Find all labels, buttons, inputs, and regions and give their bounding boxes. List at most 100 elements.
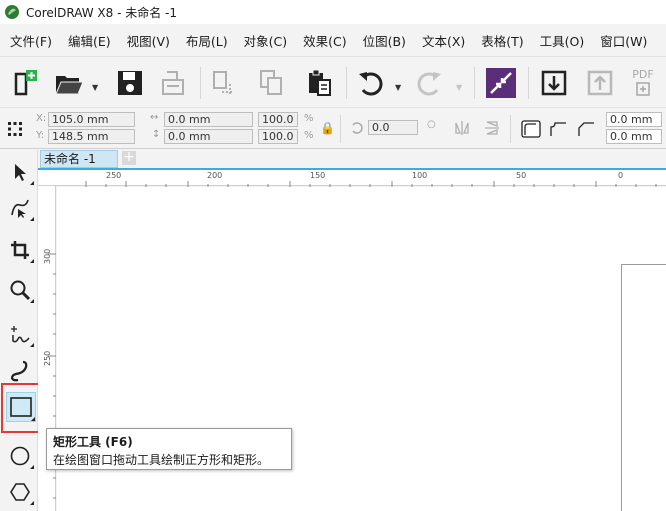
- y-position-field[interactable]: 148.5 mm: [48, 129, 135, 144]
- search-content-button[interactable]: [484, 65, 518, 101]
- mirror-horizontal-icon[interactable]: [454, 120, 470, 136]
- polygon-tool[interactable]: [6, 478, 34, 506]
- tooltip: 矩形工具 (F6) 在绘图窗口拖动工具绘制正方形和矩形。: [46, 428, 292, 470]
- ellipse-tool[interactable]: [6, 442, 34, 470]
- freehand-icon: [11, 326, 30, 343]
- paste-icon: [309, 69, 331, 96]
- menu-file[interactable]: 文件(F): [10, 31, 52, 50]
- menu-bitmaps[interactable]: 位图(B): [363, 31, 406, 50]
- scale-width-field[interactable]: 100.0: [258, 112, 298, 127]
- print-button[interactable]: [156, 65, 190, 101]
- property-bar: X: 105.0 mm Y: 148.5 mm ↔ 0.0 mm ↕ 0.0 m…: [0, 109, 666, 149]
- coreldraw-logo-icon: [5, 5, 19, 19]
- flyout-indicator: [30, 501, 34, 505]
- open-button[interactable]: [52, 65, 86, 101]
- flyout-indicator: [30, 343, 34, 347]
- standard-toolbar: ▼ ▼ ▼ PDF: [0, 56, 666, 108]
- flyout-indicator: [30, 181, 34, 185]
- new-document-icon: [14, 70, 37, 96]
- x-label: X:: [36, 113, 47, 124]
- crop-tool[interactable]: [6, 236, 34, 264]
- save-icon: [118, 71, 142, 95]
- menu-tools[interactable]: 工具(O): [540, 31, 585, 50]
- reference-point-icon[interactable]: [7, 121, 23, 137]
- chamfered-corner-icon[interactable]: [576, 119, 598, 139]
- redo-button[interactable]: [412, 65, 448, 101]
- menu-layout[interactable]: 布局(L): [186, 31, 228, 50]
- scalloped-corner-icon[interactable]: [548, 119, 570, 139]
- flyout-indicator: [30, 465, 34, 469]
- tooltip-description: 在绘图窗口拖动工具绘制正方形和矩形。: [53, 453, 270, 467]
- undo-dropdown-icon[interactable]: ▼: [395, 83, 401, 92]
- print-icon: [162, 71, 184, 95]
- width-field[interactable]: 0.0 mm: [164, 112, 253, 127]
- export-icon: [587, 70, 613, 96]
- shape-tool[interactable]: [6, 194, 34, 222]
- copy-button[interactable]: [254, 65, 288, 101]
- round-corner-icon[interactable]: [520, 119, 542, 139]
- percent-label: %: [304, 113, 314, 124]
- add-tab-button[interactable]: +: [122, 150, 136, 165]
- separator: [340, 115, 341, 143]
- toolbox: [0, 150, 38, 511]
- mirror-vertical-icon[interactable]: [484, 120, 500, 136]
- undo-button[interactable]: [352, 65, 388, 101]
- undo-icon: [359, 72, 383, 96]
- degree-icon: ○: [427, 119, 436, 130]
- crop-icon: [11, 241, 29, 259]
- menu-effects[interactable]: 效果(C): [303, 31, 346, 50]
- height-field[interactable]: 0.0 mm: [164, 129, 253, 144]
- page-border: [621, 264, 666, 511]
- rotate-icon: [352, 122, 363, 134]
- menu-window[interactable]: 窗口(W): [600, 31, 647, 50]
- export-button[interactable]: [582, 65, 618, 101]
- separator: [510, 115, 511, 143]
- menu-view[interactable]: 视图(V): [127, 31, 170, 50]
- x-position-field[interactable]: 105.0 mm: [48, 112, 135, 127]
- menu-bar: 文件(F) 编辑(E) 视图(V) 布局(L) 对象(C) 效果(C) 位图(B…: [0, 26, 666, 54]
- pick-tool[interactable]: [6, 158, 34, 186]
- toolbar-separator: [528, 67, 529, 99]
- menu-text[interactable]: 文本(X): [422, 31, 465, 50]
- new-document-button[interactable]: [8, 65, 42, 101]
- copy-icon: [260, 70, 282, 95]
- document-tab[interactable]: 未命名 -1: [40, 150, 118, 168]
- lock-ratio-icon[interactable]: 🔒: [320, 121, 335, 135]
- pdf-label: PDF: [632, 68, 654, 81]
- artistic-media-icon: [10, 360, 28, 382]
- open-icon: [55, 76, 84, 95]
- import-icon: [541, 70, 567, 96]
- shape-edit-icon: [11, 199, 29, 218]
- zoom-tool[interactable]: [6, 276, 34, 304]
- rectangle-tool-highlight: [1, 383, 41, 433]
- artistic-media-tool[interactable]: [6, 356, 34, 384]
- cut-button[interactable]: [206, 65, 240, 101]
- polygon-icon: [10, 483, 30, 501]
- corner-radius-top-field[interactable]: 0.0 mm: [606, 112, 662, 127]
- save-button[interactable]: [112, 65, 148, 101]
- ellipse-icon: [10, 446, 30, 466]
- search-content-icon: [486, 68, 516, 98]
- horizontal-ruler[interactable]: 250 200 150 100 50 0: [38, 168, 666, 187]
- import-button[interactable]: [536, 65, 572, 101]
- height-icon: ↕: [152, 129, 161, 140]
- menu-object[interactable]: 对象(C): [244, 31, 287, 50]
- publish-pdf-icon: [636, 82, 650, 96]
- rotation-field[interactable]: 0.0: [368, 120, 418, 135]
- toolbar-separator: [474, 67, 475, 99]
- menu-edit[interactable]: 编辑(E): [68, 31, 111, 50]
- redo-dropdown-icon[interactable]: ▼: [456, 83, 462, 92]
- publish-pdf-button[interactable]: PDF: [626, 65, 660, 101]
- title-bar: CorelDRAW X8 - 未命名 -1: [0, 0, 666, 24]
- percent-label: %: [304, 130, 314, 141]
- scale-height-field[interactable]: 100.0: [258, 129, 298, 144]
- flyout-indicator: [31, 417, 35, 421]
- document-tabs: 未命名 -1 +: [38, 150, 666, 168]
- corner-radius-bottom-field[interactable]: 0.0 mm: [606, 129, 662, 144]
- freehand-tool[interactable]: [6, 320, 34, 348]
- toolbar-separator: [200, 67, 201, 99]
- open-dropdown-icon[interactable]: ▼: [92, 83, 98, 92]
- menu-table[interactable]: 表格(T): [481, 31, 523, 50]
- flyout-indicator: [30, 299, 34, 303]
- paste-button[interactable]: [302, 65, 336, 101]
